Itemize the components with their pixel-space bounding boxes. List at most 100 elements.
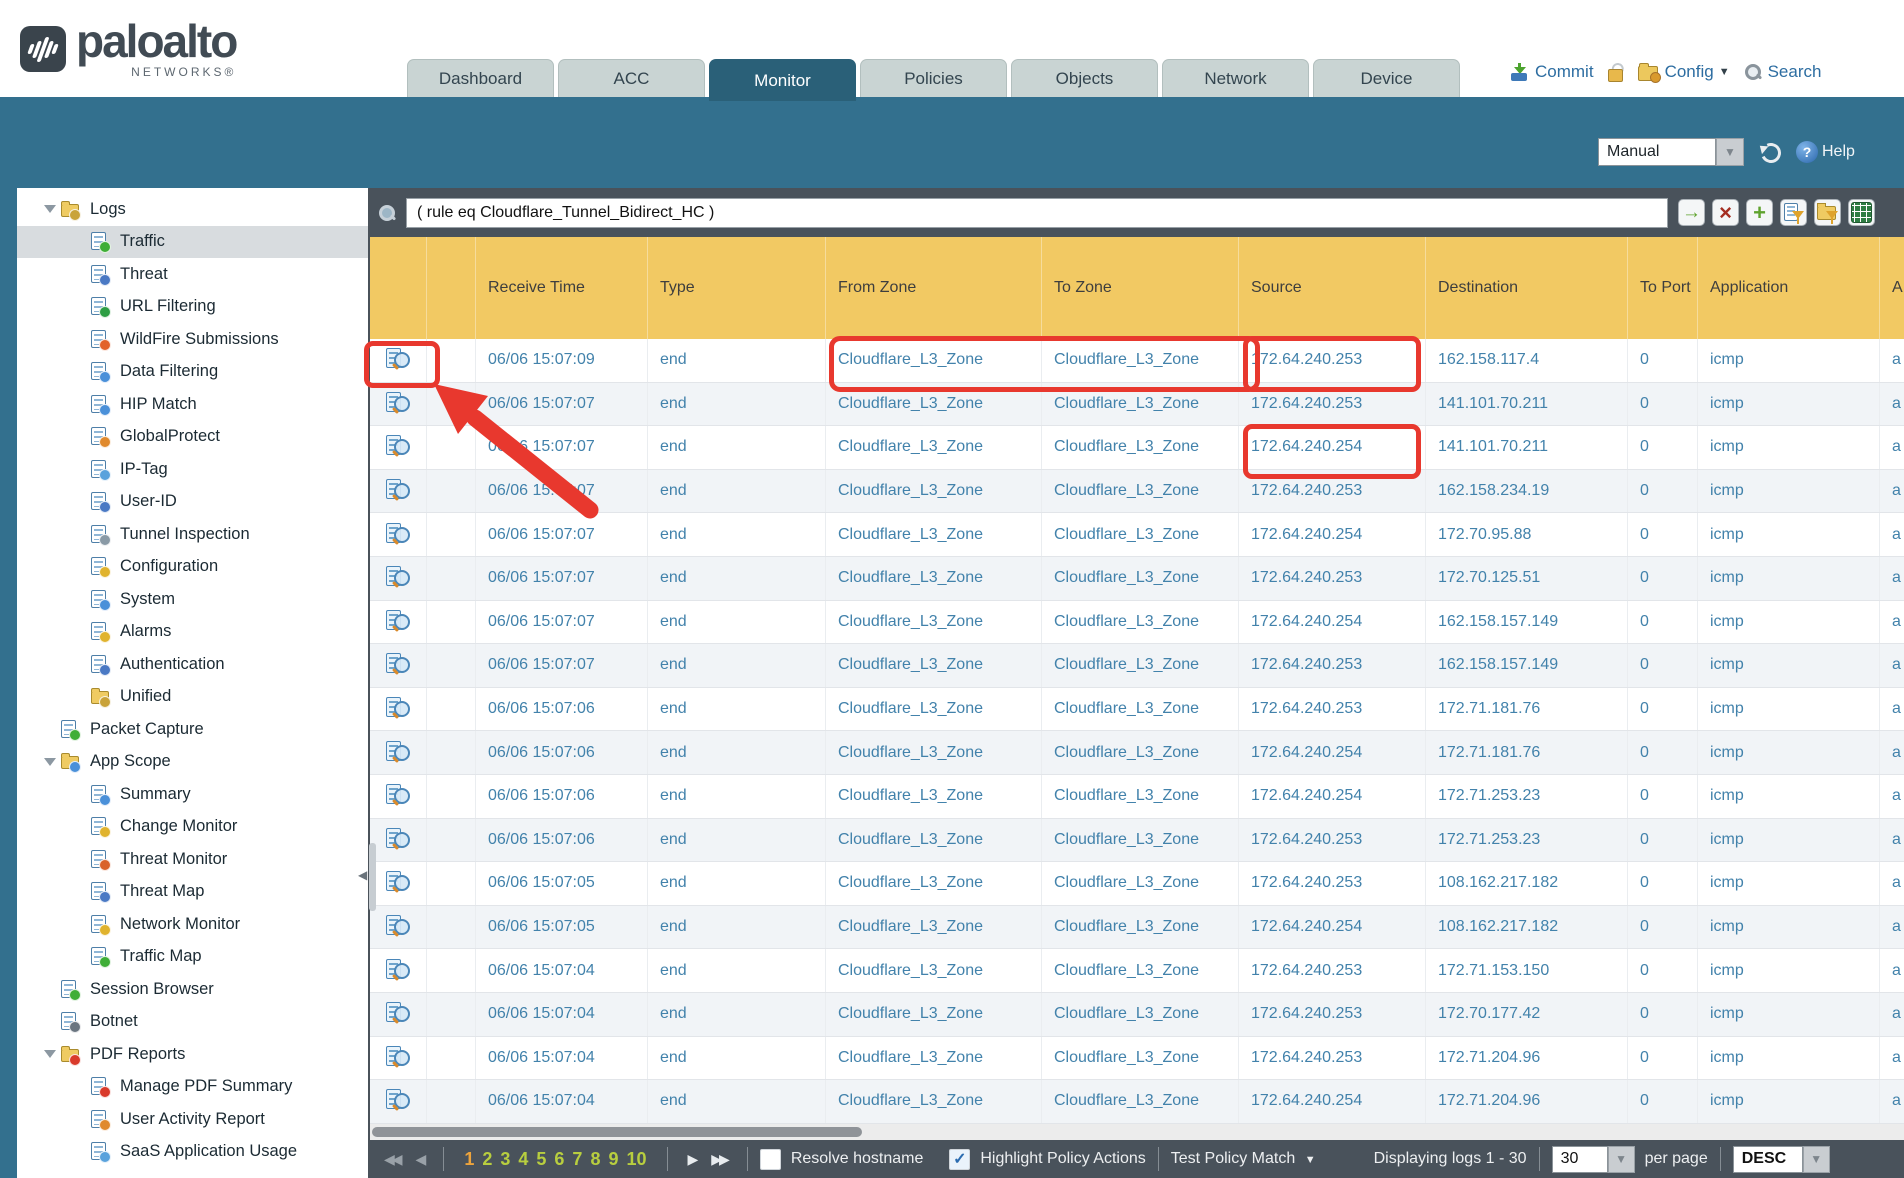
log-detail-magnifier-icon[interactable] [384,609,412,635]
cell-application[interactable]: icmp [1698,426,1880,469]
cell-destination[interactable]: 172.71.181.76 [1426,731,1628,774]
cell-destination[interactable]: 172.70.125.51 [1426,557,1628,600]
sidebar-item-url-filtering[interactable]: URL Filtering [17,291,368,324]
cell-source[interactable]: 172.64.240.254 [1239,513,1426,556]
cell-source[interactable]: 172.64.240.254 [1239,1080,1426,1123]
log-detail-magnifier-icon[interactable] [384,652,412,678]
log-detail-magnifier-icon[interactable] [384,1088,412,1114]
next-page-button[interactable]: ▶ [688,1151,696,1168]
sidebar-item-unified[interactable]: Unified [17,681,368,714]
cell-to-zone[interactable]: Cloudflare_L3_Zone [1042,862,1239,905]
per-page-select[interactable]: 30 [1552,1146,1608,1173]
log-detail-magnifier-icon[interactable] [384,740,412,766]
log-detail-magnifier-icon[interactable] [384,522,412,548]
cell-source[interactable]: 172.64.240.253 [1239,862,1426,905]
cell-source[interactable]: 172.64.240.253 [1239,644,1426,687]
cell-application[interactable]: icmp [1698,1080,1880,1123]
highlight-policy-actions-checkbox[interactable]: ✓ [949,1149,970,1170]
cell-destination[interactable]: 141.101.70.211 [1426,426,1628,469]
cell-destination[interactable]: 162.158.117.4 [1426,339,1628,382]
cell-source[interactable]: 172.64.240.253 [1239,993,1426,1036]
cell-application[interactable]: icmp [1698,644,1880,687]
cell-to-zone[interactable]: Cloudflare_L3_Zone [1042,993,1239,1036]
export-csv-button[interactable] [1848,199,1875,226]
cell-to-zone[interactable]: Cloudflare_L3_Zone [1042,775,1239,818]
sidebar-item-configuration[interactable]: Configuration [17,551,368,584]
log-detail-magnifier-icon[interactable] [384,1045,412,1071]
sidebar-item-wildfire-submissions[interactable]: WildFire Submissions [17,323,368,356]
cell-destination[interactable]: 162.158.234.19 [1426,470,1628,513]
tab-acc[interactable]: ACC [558,59,705,97]
filter-builder-button[interactable] [1780,199,1807,226]
cell-source[interactable]: 172.64.240.254 [1239,775,1426,818]
cell-destination[interactable]: 108.162.217.182 [1426,906,1628,949]
sidebar-item-traffic-map[interactable]: Traffic Map [17,941,368,974]
cell-from-zone[interactable]: Cloudflare_L3_Zone [826,513,1042,556]
column-header-to-port[interactable]: To Port [1628,237,1698,339]
cell-from-zone[interactable]: Cloudflare_L3_Zone [826,644,1042,687]
log-detail-magnifier-icon[interactable] [384,565,412,591]
page-number-7[interactable]: 7 [572,1149,582,1170]
cell-to-zone[interactable]: Cloudflare_L3_Zone [1042,557,1239,600]
cell-application[interactable]: icmp [1698,470,1880,513]
cell-to-zone[interactable]: Cloudflare_L3_Zone [1042,819,1239,862]
cell-application[interactable]: icmp [1698,601,1880,644]
column-header-to-zone[interactable]: To Zone [1042,237,1239,339]
log-detail-magnifier-icon[interactable] [384,478,412,504]
sidebar-item-threat-map[interactable]: Threat Map [17,876,368,909]
page-number-5[interactable]: 5 [536,1149,546,1170]
cell-from-zone[interactable]: Cloudflare_L3_Zone [826,1037,1042,1080]
help-icon[interactable]: ? [1796,141,1818,163]
cell-from-zone[interactable]: Cloudflare_L3_Zone [826,993,1042,1036]
cell-application[interactable]: icmp [1698,775,1880,818]
cell-destination[interactable]: 172.70.177.42 [1426,993,1628,1036]
cell-from-zone[interactable]: Cloudflare_L3_Zone [826,731,1042,774]
cell-application[interactable]: icmp [1698,688,1880,731]
last-page-button[interactable]: ▶▶ [711,1151,727,1168]
cell-from-zone[interactable]: Cloudflare_L3_Zone [826,949,1042,992]
cell-to-zone[interactable]: Cloudflare_L3_Zone [1042,601,1239,644]
cell-from-zone[interactable]: Cloudflare_L3_Zone [826,688,1042,731]
help-link[interactable]: Help [1822,143,1855,161]
cell-destination[interactable]: 141.101.70.211 [1426,383,1628,426]
cell-source[interactable]: 172.64.240.253 [1239,819,1426,862]
sidebar-item-botnet[interactable]: Botnet [17,1006,368,1039]
cell-destination[interactable]: 172.71.253.23 [1426,819,1628,862]
expander-triangle-icon[interactable] [40,758,60,766]
cell-to-zone[interactable]: Cloudflare_L3_Zone [1042,1037,1239,1080]
column-header-a[interactable]: A [1880,237,1904,339]
log-detail-magnifier-icon[interactable] [384,434,412,460]
cell-source[interactable]: 172.64.240.253 [1239,1037,1426,1080]
clear-filter-button[interactable]: × [1712,199,1739,226]
cell-destination[interactable]: 172.70.95.88 [1426,513,1628,556]
first-page-button[interactable]: ◀◀ [384,1151,400,1168]
refresh-icon[interactable] [1760,141,1782,163]
page-number-3[interactable]: 3 [500,1149,510,1170]
cell-application[interactable]: icmp [1698,513,1880,556]
sidebar-item-logs[interactable]: Logs [17,193,368,226]
cell-application[interactable]: icmp [1698,557,1880,600]
cell-source[interactable]: 172.64.240.253 [1239,688,1426,731]
log-detail-magnifier-icon[interactable] [384,391,412,417]
sidebar-item-tunnel-inspection[interactable]: Tunnel Inspection [17,518,368,551]
cell-to-zone[interactable]: Cloudflare_L3_Zone [1042,513,1239,556]
cell-application[interactable]: icmp [1698,949,1880,992]
sidebar-item-user-activity-report[interactable]: User Activity Report [17,1103,368,1136]
per-page-dropdown-button[interactable]: ▼ [1608,1146,1635,1173]
column-header-from-zone[interactable]: From Zone [826,237,1042,339]
config-menu-button[interactable]: Config ▼ [1638,62,1730,82]
cell-application[interactable]: icmp [1698,731,1880,774]
horizontal-scrollbar[interactable] [370,1124,1904,1140]
cell-source[interactable]: 172.64.240.254 [1239,601,1426,644]
page-number-8[interactable]: 8 [590,1149,600,1170]
cell-to-zone[interactable]: Cloudflare_L3_Zone [1042,906,1239,949]
log-detail-magnifier-icon[interactable] [384,958,412,984]
cell-from-zone[interactable]: Cloudflare_L3_Zone [826,862,1042,905]
cell-to-zone[interactable]: Cloudflare_L3_Zone [1042,470,1239,513]
cell-from-zone[interactable]: Cloudflare_L3_Zone [826,601,1042,644]
expander-triangle-icon[interactable] [40,205,60,213]
cell-to-zone[interactable]: Cloudflare_L3_Zone [1042,731,1239,774]
cell-from-zone[interactable]: Cloudflare_L3_Zone [826,339,1042,382]
sidebar-item-saas-application-usage[interactable]: SaaS Application Usage [17,1136,368,1169]
cell-destination[interactable]: 172.71.204.96 [1426,1080,1628,1123]
